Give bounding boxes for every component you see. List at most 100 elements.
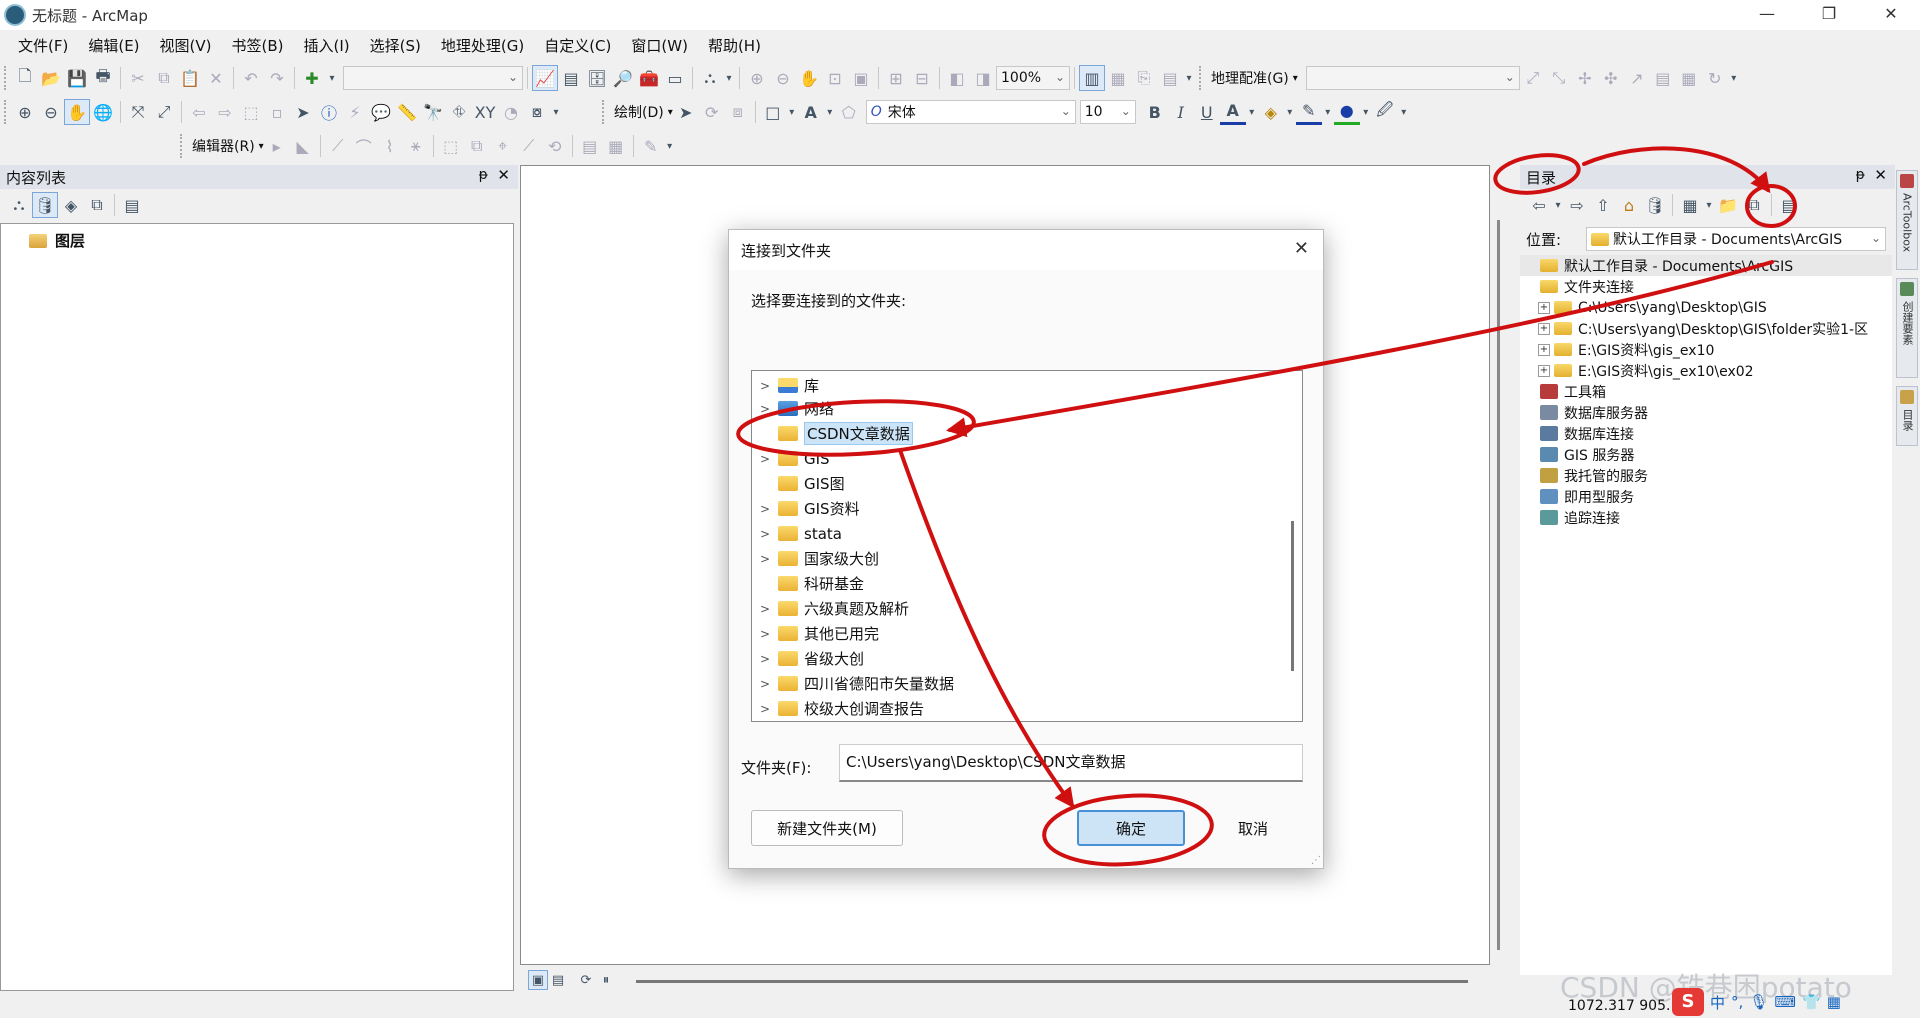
search-window-icon[interactable]: 🔎 <box>610 65 636 91</box>
minimize-button[interactable]: — <box>1744 0 1790 30</box>
toc-window-icon[interactable]: ▤ <box>558 65 584 91</box>
shift-icon[interactable]: ⤡ <box>1546 65 1572 91</box>
close-icon[interactable]: ✕ <box>497 166 510 184</box>
views-icon[interactable]: ▦ <box>1677 192 1703 218</box>
toolbar-grip[interactable] <box>180 134 184 158</box>
editor-menu[interactable]: 编辑器(R) <box>188 136 259 156</box>
select-elements-icon[interactable]: ➤ <box>673 99 699 125</box>
catalog-item[interactable]: 即用型服务 <box>1520 486 1892 507</box>
select-link-icon[interactable]: ↗ <box>1624 65 1650 91</box>
pan-icon[interactable]: ✋ <box>64 99 90 125</box>
menu-help[interactable]: 帮助(H) <box>698 31 771 61</box>
add-control-points-icon[interactable]: ✢ <box>1572 65 1598 91</box>
forward-extent-icon[interactable]: ◨ <box>970 65 996 91</box>
expand-icon[interactable]: + <box>1538 322 1550 335</box>
folder-path-input[interactable]: C:\Users\yang\Desktop\CSDN文章数据 <box>839 744 1303 782</box>
connect-database-icon[interactable]: 🛢 <box>1642 192 1668 218</box>
time-slider-icon[interactable]: ◔ <box>498 99 524 125</box>
split-icon[interactable]: ⟋ <box>516 133 542 159</box>
create-features-icon[interactable]: ✎ <box>638 133 664 159</box>
cancel-button[interactable]: 取消 <box>1199 810 1307 846</box>
pen-icon[interactable]: 🖉 <box>1372 99 1398 125</box>
catalog-item[interactable]: 文件夹连接 <box>1520 276 1892 297</box>
catalog-window-icon[interactable]: 🗄 <box>584 65 610 91</box>
chevron-right-icon[interactable]: > <box>758 652 772 666</box>
georef-layer-combo[interactable]: ⌄ <box>1305 66 1520 90</box>
dialog-close-button[interactable]: ✕ <box>1294 238 1309 259</box>
folder-tree-item[interactable]: > 库 <box>752 371 1302 396</box>
connect-to-folder-icon[interactable]: 📁 <box>1715 192 1741 218</box>
data-view-icon[interactable]: ▣ <box>528 970 548 990</box>
chevron-down-icon[interactable]: ▾ <box>1322 99 1334 125</box>
go-forward-icon[interactable]: ⇨ <box>212 99 238 125</box>
folder-tree-item[interactable]: > 省级大创 <box>752 646 1302 671</box>
catalog-item[interactable]: 数据库服务器 <box>1520 402 1892 423</box>
expand-icon[interactable]: + <box>1538 343 1550 356</box>
microphone-icon[interactable]: 🎙 <box>1749 993 1768 1011</box>
edit-tool-icon[interactable]: ▸ <box>264 133 290 159</box>
marker-color-icon[interactable]: ● <box>1333 99 1360 125</box>
pause-drawing-icon[interactable]: ⏸ <box>596 970 616 990</box>
zoom-whole-page-icon[interactable]: ⊡ <box>822 65 848 91</box>
arctoolbox-tab[interactable]: ArcToolbox <box>1896 170 1918 270</box>
resize-grip-icon[interactable]: ⋰ <box>1311 855 1321 866</box>
toolbar-grip[interactable] <box>4 100 8 124</box>
toolbar-overflow-icon[interactable]: ▾ <box>723 65 735 91</box>
cut-polygons-icon[interactable]: ⌖ <box>490 133 516 159</box>
catalog-tab[interactable]: 目录 <box>1896 386 1918 446</box>
select-elements-icon[interactable]: ➤ <box>290 99 316 125</box>
toolbar-overflow-icon[interactable]: ▾ <box>1183 65 1195 91</box>
zoom-in-icon[interactable]: ⊕ <box>12 99 38 125</box>
chevron-down-icon[interactable]: ▾ <box>1360 99 1372 125</box>
clear-selection-icon[interactable]: ▫ <box>264 99 290 125</box>
toolbar-overflow-icon[interactable]: ▾ <box>550 99 562 125</box>
sogou-logo-icon[interactable]: S <box>1672 988 1704 1016</box>
underline-button[interactable]: U <box>1194 99 1220 125</box>
options-icon[interactable]: ▤ <box>1776 192 1802 218</box>
folder-tree-item[interactable]: > GIS资料 <box>752 496 1302 521</box>
undo-icon[interactable]: ↶ <box>238 65 264 91</box>
keyboard-icon[interactable]: ⌨ <box>1774 993 1796 1011</box>
edit-vertices-icon[interactable]: ⬠ <box>836 99 862 125</box>
rotate-element-icon[interactable]: ⟳ <box>699 99 725 125</box>
zoom-to-selected-icon[interactable]: ⧈ <box>725 99 751 125</box>
chevron-right-icon[interactable]: > <box>758 552 772 566</box>
refresh-icon[interactable]: ⟳ <box>576 970 596 990</box>
layout-pan-icon[interactable]: ✋ <box>796 65 822 91</box>
menu-file[interactable]: 文件(F) <box>8 31 78 61</box>
chevron-right-icon[interactable]: > <box>758 702 772 716</box>
italic-button[interactable]: I <box>1168 99 1194 125</box>
chevron-right-icon[interactable]: > <box>758 402 772 416</box>
layout-zoom-out-icon[interactable]: ⊖ <box>770 65 796 91</box>
chevron-down-icon[interactable]: ▾ <box>1703 192 1715 218</box>
chevron-right-icon[interactable]: > <box>758 627 772 641</box>
chevron-down-icon[interactable]: ▾ <box>1284 99 1296 125</box>
fixed-zoom-out-icon[interactable]: ⊟ <box>909 65 935 91</box>
auto-registration-icon[interactable]: ✣ <box>1598 65 1624 91</box>
map-horizontal-scrollbar[interactable] <box>636 980 1468 983</box>
attributes-icon[interactable]: ▤ <box>577 133 603 159</box>
new-folder-button[interactable]: 新建文件夹(M) <box>751 810 903 846</box>
punctuation-icon[interactable]: °, <box>1731 993 1743 1011</box>
delete-icon[interactable]: ✕ <box>203 65 229 91</box>
menu-windows[interactable]: 窗口(W) <box>621 31 698 61</box>
options-icon[interactable]: ▤ <box>119 192 145 218</box>
list-by-drawing-order-icon[interactable]: ⛬ <box>6 192 32 218</box>
close-window-button[interactable]: ✕ <box>1868 0 1914 30</box>
map-vertical-scrollbar[interactable] <box>1497 220 1500 950</box>
back-icon[interactable]: ⇦ <box>1526 192 1552 218</box>
add-data-icon[interactable]: ✚ <box>299 65 325 91</box>
menu-insert[interactable]: 插入(I) <box>294 31 360 61</box>
close-icon[interactable]: ✕ <box>1874 166 1887 184</box>
font-name-combo[interactable]: O 宋体 ⌄ <box>865 100 1076 124</box>
create-features-tab[interactable]: 创建要素 <box>1896 278 1918 378</box>
bold-button[interactable]: B <box>1142 99 1168 125</box>
pin-icon[interactable]: ᵽ <box>1856 167 1865 183</box>
select-features-icon[interactable]: ⬚ <box>238 99 264 125</box>
go-back-icon[interactable]: ⇦ <box>186 99 212 125</box>
menu-selection[interactable]: 选择(S) <box>360 31 431 61</box>
rectangle-icon[interactable]: □ <box>760 99 786 125</box>
folder-tree-scrollbar[interactable] <box>1291 521 1294 671</box>
shirt-icon[interactable]: 👕 <box>1802 993 1821 1011</box>
focus-data-frame-icon[interactable]: ▦ <box>1105 65 1131 91</box>
